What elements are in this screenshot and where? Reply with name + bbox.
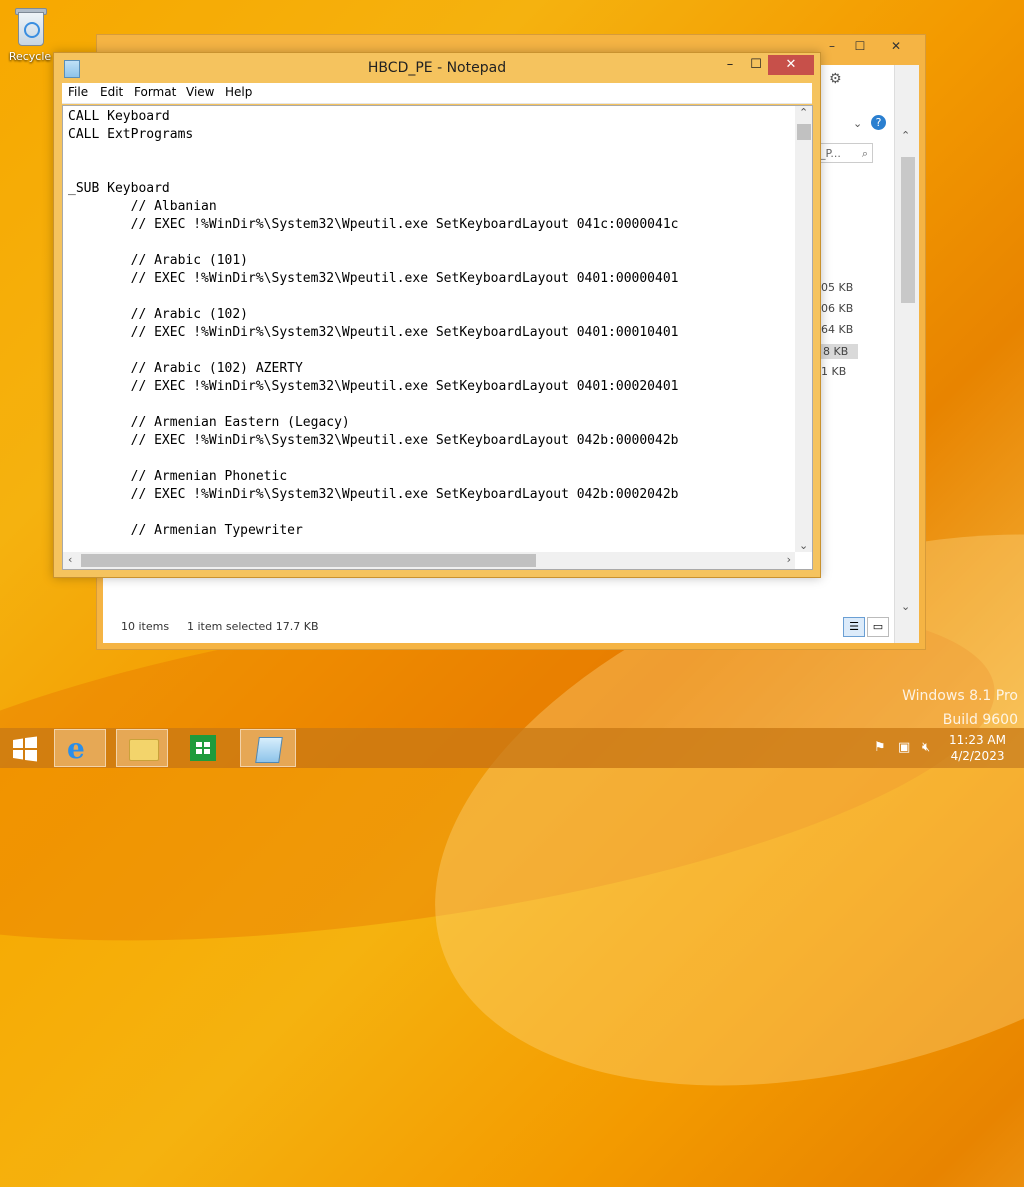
text-line: // EXEC !%WinDir%\System32\Wpeutil.exe S… <box>68 271 679 286</box>
text-line <box>68 288 678 306</box>
text-line <box>68 162 678 180</box>
clock[interactable]: 11:23 AM 4/2/2023 <box>949 732 1006 764</box>
scroll-down-arrow[interactable]: ⌄ <box>799 539 808 552</box>
large-icons-view-button[interactable]: ▭ <box>867 617 889 637</box>
recycle-bin-label: Recycle <box>8 50 52 63</box>
text-line <box>68 396 678 414</box>
volume-muted-icon[interactable]: 🔇︎ <box>922 740 930 755</box>
folder-icon <box>129 739 159 761</box>
chevron-down-icon[interactable]: ⌄ <box>853 117 862 130</box>
explorer-vertical-scrollbar[interactable]: ⌃ ⌄ <box>894 65 919 643</box>
text-line: // Armenian Phonetic <box>68 469 288 484</box>
store-button[interactable] <box>178 729 230 767</box>
text-editor[interactable]: CALL Keyboard CALL ExtPrograms _SUB Keybo… <box>62 105 813 570</box>
watermark-edition: Windows 8.1 Pro <box>902 688 1018 704</box>
text-line: // EXEC !%WinDir%\System32\Wpeutil.exe S… <box>68 325 679 340</box>
file-size-selected: 8 KB <box>821 344 859 359</box>
windows-logo-icon <box>13 736 37 762</box>
text-line: // EXEC !%WinDir%\System32\Wpeutil.exe S… <box>68 379 679 394</box>
windows-build-watermark: Windows 8.1 Pro Build 9600 <box>902 684 1018 732</box>
file-size: 05 KB <box>821 281 854 294</box>
store-icon <box>190 735 216 761</box>
vertical-scroll-thumb[interactable] <box>797 124 811 140</box>
text-line: // Armenian Eastern (Legacy) <box>68 415 350 430</box>
taskbar: e ⚑ ▣ 🔇︎ 11:23 AM 4/2/2023 <box>0 728 1024 768</box>
close-button[interactable]: ✕ <box>768 55 814 75</box>
document-text[interactable]: CALL Keyboard CALL ExtPrograms _SUB Keybo… <box>68 108 678 540</box>
file-size: 1 KB <box>821 365 847 378</box>
search-placeholder: _P... <box>820 147 841 160</box>
notepad-icon <box>255 737 283 763</box>
file-size: 64 KB <box>821 323 854 336</box>
window-title: HBCD_PE - Notepad <box>367 60 507 76</box>
maximize-button[interactable]: ☐ <box>744 55 768 75</box>
notepad-window[interactable]: HBCD_PE - Notepad – ☐ ✕ File Edit Format… <box>53 52 821 578</box>
scroll-right-arrow[interactable]: › <box>787 553 791 566</box>
text-line <box>68 504 678 522</box>
text-line <box>68 144 678 162</box>
minimize-button[interactable]: – <box>718 55 742 75</box>
text-line: // Arabic (102) AZERTY <box>68 361 303 376</box>
status-selected: 1 item selected 17.7 KB <box>187 620 319 633</box>
explorer-maximize-button[interactable]: ☐ <box>847 39 873 53</box>
start-button[interactable] <box>0 729 52 767</box>
text-line: // EXEC !%WinDir%\System32\Wpeutil.exe S… <box>68 487 679 502</box>
text-line: _SUB Keyboard <box>68 181 170 196</box>
menu-help[interactable]: Help <box>225 85 252 99</box>
internet-explorer-button[interactable]: e <box>54 729 106 767</box>
text-line <box>68 234 678 252</box>
explorer-scroll-thumb[interactable] <box>901 157 915 303</box>
action-center-flag-icon[interactable]: ⚑ <box>874 740 886 755</box>
text-line <box>68 342 678 360</box>
scroll-up-arrow[interactable]: ⌃ <box>901 129 910 142</box>
internet-explorer-icon: e <box>67 732 85 765</box>
explorer-close-button[interactable]: ✕ <box>883 39 909 53</box>
file-explorer-button[interactable] <box>116 729 168 767</box>
text-line: // Armenian Typewriter <box>68 523 303 538</box>
menu-bar: File Edit Format View Help <box>62 83 812 104</box>
explorer-minimize-button[interactable]: – <box>819 39 845 53</box>
notepad-taskbar-button[interactable] <box>240 729 296 767</box>
menu-file[interactable]: File <box>68 85 88 99</box>
horizontal-scroll-thumb[interactable] <box>81 554 536 567</box>
text-line: CALL Keyboard <box>68 109 170 124</box>
menu-edit[interactable]: Edit <box>100 85 123 99</box>
menu-format[interactable]: Format <box>134 85 176 99</box>
text-line: // EXEC !%WinDir%\System32\Wpeutil.exe S… <box>68 433 679 448</box>
text-line: // Arabic (101) <box>68 253 249 268</box>
vertical-scrollbar[interactable]: ⌃ ⌄ <box>795 106 812 552</box>
details-view-button[interactable]: ☰ <box>843 617 865 637</box>
text-line <box>68 450 678 468</box>
search-icon: ⌕ <box>861 147 868 160</box>
clock-time: 11:23 AM <box>949 733 1006 747</box>
scroll-up-arrow[interactable]: ⌃ <box>799 106 808 119</box>
text-line: // Arabic (102) <box>68 307 249 322</box>
text-line: // Albanian <box>68 199 217 214</box>
explorer-search-input[interactable]: _P... ⌕ <box>815 143 873 163</box>
horizontal-scrollbar[interactable]: ‹ › <box>63 552 795 569</box>
clock-date: 4/2/2023 <box>950 749 1005 763</box>
recycle-bin-icon <box>15 6 47 46</box>
scroll-down-arrow[interactable]: ⌄ <box>901 600 910 613</box>
network-icon[interactable]: ▣ <box>898 740 910 755</box>
recycle-bin-shortcut[interactable]: Recycle <box>4 6 56 63</box>
menu-view[interactable]: View <box>186 85 214 99</box>
help-icon[interactable]: ? <box>871 115 886 130</box>
gear-icon[interactable]: ⚙ <box>829 71 842 87</box>
text-line: // EXEC !%WinDir%\System32\Wpeutil.exe S… <box>68 217 679 232</box>
scroll-left-arrow[interactable]: ‹ <box>68 553 72 566</box>
text-line: CALL ExtPrograms <box>68 127 194 142</box>
file-size: 06 KB <box>821 302 854 315</box>
status-items-count: 10 items <box>121 620 170 633</box>
